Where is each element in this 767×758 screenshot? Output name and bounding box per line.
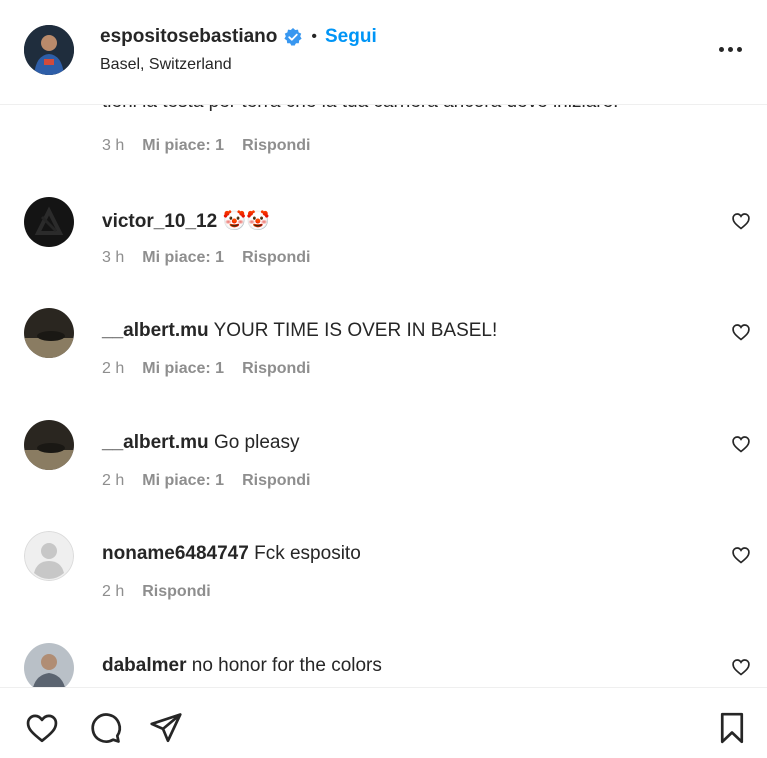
post-location[interactable]: Basel, Switzerland bbox=[100, 56, 232, 74]
post-actions-bar bbox=[0, 687, 767, 758]
commenter-username[interactable]: __albert.mu bbox=[102, 432, 209, 453]
comment-text: 🤡🤡 bbox=[222, 211, 270, 232]
comment-row: noname6484747 Fck esposito bbox=[0, 531, 767, 581]
comment-time[interactable]: 3 h bbox=[102, 249, 124, 267]
commenter-username[interactable]: __albert.mu bbox=[102, 320, 209, 341]
comment-body: dabalmer no honor for the colors bbox=[102, 655, 382, 677]
comment-likes[interactable]: Mi piace: 1 bbox=[142, 360, 224, 378]
comment-text-cut: tieni la testa per terra che la tua carr… bbox=[102, 105, 618, 113]
comment-like-heart-icon[interactable] bbox=[731, 545, 751, 565]
separator-dot: • bbox=[311, 28, 317, 45]
commenter-avatar[interactable] bbox=[24, 420, 74, 470]
reply-button[interactable]: Rispondi bbox=[242, 137, 310, 155]
commenter-username[interactable]: dabalmer bbox=[102, 655, 186, 676]
more-options-icon[interactable] bbox=[712, 38, 748, 60]
comment-likes[interactable]: Mi piace: 1 bbox=[142, 137, 224, 155]
comment-text: YOUR TIME IS OVER IN BASEL! bbox=[213, 320, 498, 341]
comment-row: __albert.mu YOUR TIME IS OVER IN BASEL! bbox=[0, 308, 767, 358]
comment-row: __albert.mu Go pleasy bbox=[0, 420, 767, 470]
comment-time[interactable]: 2 h bbox=[102, 472, 124, 490]
comment-body: victor_10_12 🤡🤡 bbox=[102, 209, 270, 233]
commenter-username[interactable]: noname6484747 bbox=[102, 543, 249, 564]
comment-time[interactable]: 2 h bbox=[102, 583, 124, 601]
commenter-avatar[interactable] bbox=[24, 308, 74, 358]
comment-text: Fck esposito bbox=[254, 543, 361, 564]
comment-body: __albert.mu Go pleasy bbox=[102, 432, 299, 454]
verified-badge-icon bbox=[283, 27, 303, 47]
comment-text: no honor for the colors bbox=[191, 655, 382, 676]
reply-button[interactable]: Rispondi bbox=[242, 472, 310, 490]
send-icon[interactable] bbox=[148, 710, 184, 746]
author-avatar[interactable] bbox=[24, 25, 74, 75]
comment-meta: 3 h Mi piace: 1 Rispondi bbox=[102, 137, 311, 155]
comment-row: dabalmer no honor for the colors bbox=[0, 643, 767, 687]
comment-icon[interactable] bbox=[87, 710, 123, 746]
comment-like-heart-icon[interactable] bbox=[731, 657, 751, 677]
comment-like-heart-icon[interactable] bbox=[731, 434, 751, 454]
reply-button[interactable]: Rispondi bbox=[142, 583, 210, 601]
comment-row: victor_10_12 🤡🤡 bbox=[0, 197, 767, 247]
comment-meta: 2 h Mi piace: 1 Rispondi bbox=[102, 360, 311, 378]
comment-time[interactable]: 3 h bbox=[102, 137, 124, 155]
comment-time[interactable]: 2 h bbox=[102, 360, 124, 378]
heart-icon[interactable] bbox=[24, 710, 60, 746]
author-line: espositosebastiano • Segui bbox=[100, 24, 377, 50]
bookmark-icon[interactable] bbox=[714, 710, 750, 746]
comment-likes[interactable]: Mi piace: 1 bbox=[142, 249, 224, 267]
post-header: espositosebastiano • Segui Basel, Switze… bbox=[0, 0, 767, 105]
comment-meta: 2 h Mi piace: 1 Rispondi bbox=[102, 472, 311, 490]
commenter-avatar[interactable] bbox=[24, 531, 74, 581]
comment-body: __albert.mu YOUR TIME IS OVER IN BASEL! bbox=[102, 320, 497, 342]
follow-button[interactable]: Segui bbox=[325, 26, 377, 48]
commenter-avatar[interactable] bbox=[24, 643, 74, 687]
comment-meta: 2 h Rispondi bbox=[102, 583, 211, 601]
comment-like-heart-icon[interactable] bbox=[731, 211, 751, 231]
comment-meta: 3 h Mi piace: 1 Rispondi bbox=[102, 249, 311, 267]
post-comments-view: espositosebastiano • Segui Basel, Switze… bbox=[0, 0, 767, 758]
comment-like-heart-icon[interactable] bbox=[731, 322, 751, 342]
comments-list[interactable]: tieni la testa per terra che la tua carr… bbox=[0, 105, 767, 687]
author-username[interactable]: espositosebastiano bbox=[100, 26, 277, 48]
comment-likes[interactable]: Mi piace: 1 bbox=[142, 472, 224, 490]
comment-text: Go pleasy bbox=[213, 432, 300, 453]
reply-button[interactable]: Rispondi bbox=[242, 249, 310, 267]
commenter-username[interactable]: victor_10_12 bbox=[102, 211, 217, 232]
reply-button[interactable]: Rispondi bbox=[242, 360, 310, 378]
comment-body: noname6484747 Fck esposito bbox=[102, 543, 361, 565]
commenter-avatar[interactable] bbox=[24, 197, 74, 247]
